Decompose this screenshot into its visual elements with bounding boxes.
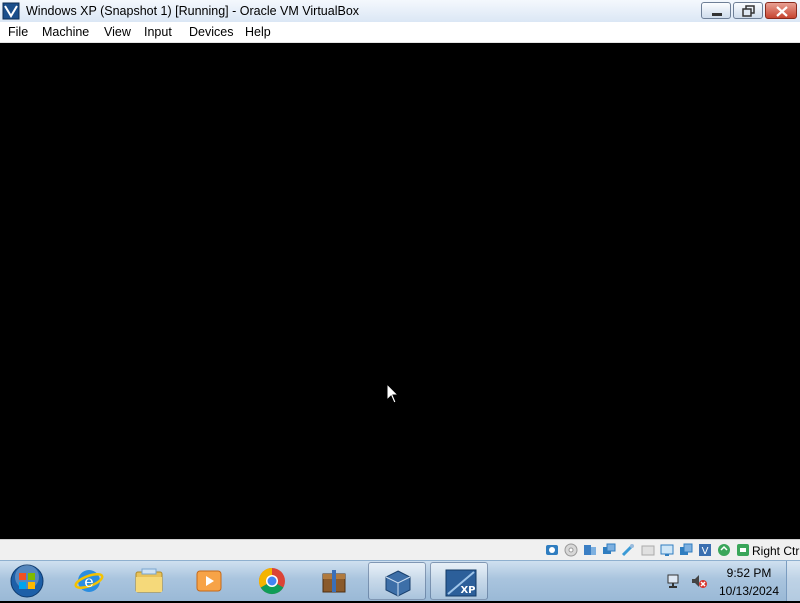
media-player-icon	[196, 570, 222, 592]
network-icon[interactable]	[602, 543, 616, 557]
menu-bar: File Machine View Input Devices Help	[0, 22, 800, 43]
clock-time[interactable]: 9:52 PM	[714, 566, 784, 580]
windows-xp-vm-icon: XP	[445, 569, 477, 597]
restore-button[interactable]	[733, 2, 763, 19]
host-key-label: Right Ctrl	[752, 544, 800, 558]
taskbar-media-player[interactable]	[180, 561, 238, 601]
volume-muted-icon[interactable]	[690, 572, 708, 590]
virtualbox-icon	[385, 570, 411, 597]
taskbar-virtualbox[interactable]	[368, 562, 426, 600]
shared-folders-icon[interactable]	[641, 543, 655, 557]
taskbar-archive[interactable]	[305, 561, 363, 601]
title-bar[interactable]: Windows XP (Snapshot 1) [Running] - Orac…	[0, 0, 800, 23]
internet-explorer-icon: e	[74, 570, 104, 592]
taskbar-windows-xp-vm[interactable]: XP	[430, 562, 488, 600]
chrome-icon	[258, 567, 285, 595]
hard-disk-icon[interactable]	[545, 543, 559, 557]
show-desktop-button[interactable]	[786, 561, 800, 601]
vm-display[interactable]	[0, 43, 800, 539]
start-button[interactable]	[7, 562, 47, 600]
status-bar: V Right Ctrl	[0, 539, 800, 561]
optical-drive-icon[interactable]	[564, 543, 578, 557]
audio-icon[interactable]	[583, 543, 597, 557]
file-explorer-icon	[135, 568, 163, 593]
taskbar-internet-explorer[interactable]: e	[60, 561, 118, 601]
archive-icon	[322, 570, 346, 593]
menu-view[interactable]: View	[104, 25, 131, 39]
menu-file[interactable]: File	[8, 25, 28, 39]
taskbar-chrome[interactable]	[243, 561, 301, 601]
network-icon[interactable]	[666, 572, 684, 590]
svg-text:XP: XP	[460, 585, 475, 596]
taskbar: e XP 9:52 PM 10/13/2024	[0, 560, 800, 601]
minimize-button[interactable]	[701, 2, 731, 19]
mouse-integration-icon[interactable]	[717, 543, 731, 557]
mouse-cursor-icon	[386, 383, 400, 404]
keyboard-capture-icon[interactable]	[736, 543, 750, 557]
taskbar-file-explorer[interactable]	[120, 561, 178, 601]
svg-text:V: V	[702, 546, 709, 557]
usb-icon[interactable]	[621, 543, 635, 557]
close-button[interactable]	[765, 2, 797, 19]
menu-help[interactable]: Help	[245, 25, 271, 39]
menu-machine[interactable]: Machine	[42, 25, 89, 39]
video-capture-icon[interactable]	[679, 543, 693, 557]
display-icon[interactable]	[660, 543, 674, 557]
menu-input[interactable]: Input	[144, 25, 172, 39]
svg-text:e: e	[84, 572, 93, 591]
virtualbox-icon	[2, 2, 20, 20]
clock-date[interactable]: 10/13/2024	[714, 584, 784, 598]
menu-devices[interactable]: Devices	[189, 25, 233, 39]
virtualization-icon[interactable]: V	[698, 543, 712, 557]
window-title: Windows XP (Snapshot 1) [Running] - Orac…	[26, 4, 360, 18]
